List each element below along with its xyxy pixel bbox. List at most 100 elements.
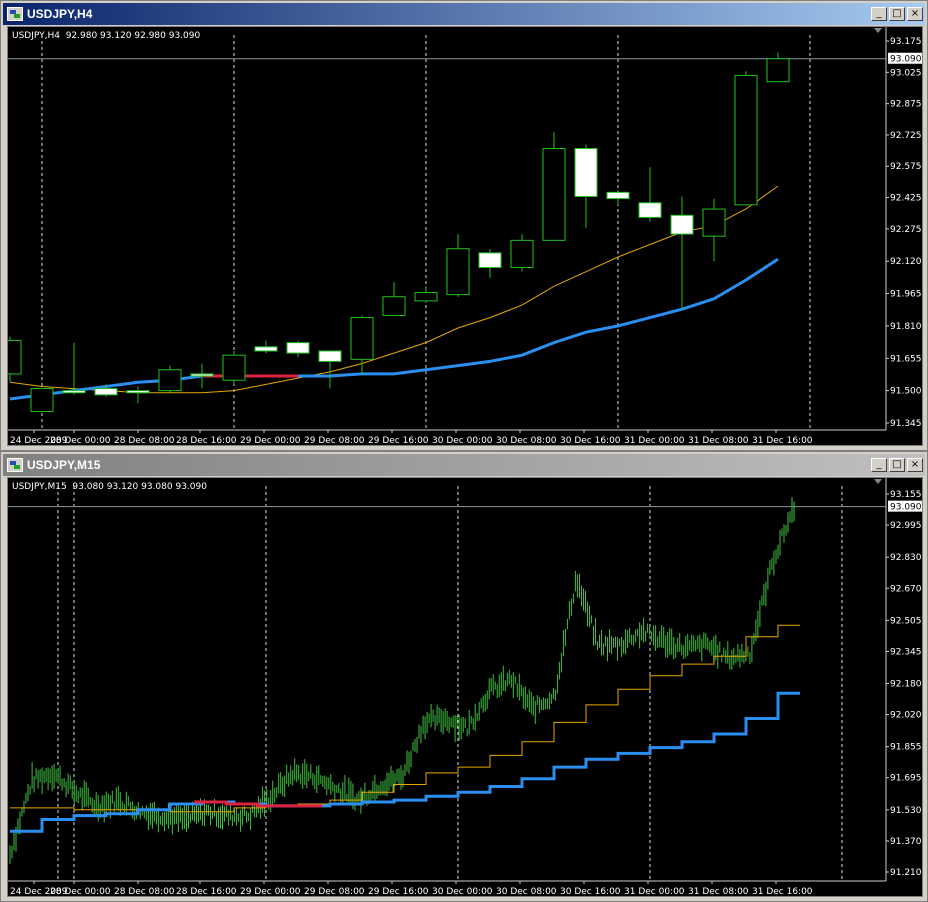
price-chart[interactable]: 93.175 93.025 92.875 92.725 92.575 92.425 92.2… [8, 27, 923, 446]
time-tick-label: 28 Dec 00:00 [50, 887, 111, 897]
close-button[interactable]: × [907, 458, 923, 472]
chart-canvas[interactable]: 93.155 92.995 92.830 92.670 92.505 92.345 92.1… [7, 477, 923, 897]
ohlc-info: USDJPY,M15 93.080 93.120 93.080 93.090 [12, 482, 207, 492]
candle-body [702, 208, 726, 237]
candle-body [414, 292, 438, 302]
window-title: USDJPY,H4 [27, 7, 93, 21]
time-tick-label: 30 Dec 00:00 [432, 436, 493, 446]
restore-button[interactable]: □ [889, 458, 905, 472]
candle-body [286, 342, 310, 354]
price-tick-label: 92.725 [890, 131, 922, 141]
price-tick-label: 93.175 [890, 37, 922, 47]
candle-body [222, 354, 246, 381]
price-tick-label: 91.965 [890, 290, 922, 300]
price-chart[interactable]: 93.155 92.995 92.830 92.670 92.505 92.345 92.1… [8, 478, 923, 897]
time-tick-label: 29 Dec 08:00 [304, 887, 365, 897]
time-tick-label: 30 Dec 08:00 [496, 436, 557, 446]
candle-body [542, 148, 566, 241]
price-tick-label: 91.530 [890, 806, 922, 816]
candle-body [734, 74, 758, 206]
price-tick-label: 92.425 [890, 194, 922, 204]
time-tick-label: 29 Dec 16:00 [368, 887, 429, 897]
chart-window-h4[interactable]: USDJPY,H4 _ □ × 93.175 93.025 92.875 92.725… [0, 0, 928, 451]
close-button[interactable]: × [907, 7, 923, 21]
price-tick-label: 92.345 [890, 647, 922, 657]
candle-body [574, 148, 598, 198]
ma-slow-line [9, 257, 779, 401]
ohlc-info: USDJPY,H4 92.980 93.120 92.980 93.090 [12, 31, 201, 41]
price-bars [9, 497, 795, 864]
chart-window-m15[interactable]: USDJPY,M15 _ □ × 93.155 92.995 92.830 92.67… [0, 451, 928, 902]
window-title: USDJPY,M15 [27, 458, 101, 472]
time-tick-label: 30 Dec 00:00 [432, 887, 493, 897]
time-tick-label: 28 Dec 16:00 [176, 887, 237, 897]
time-tick-label: 31 Dec 16:00 [752, 887, 813, 897]
ma-slow-line [10, 691, 800, 833]
price-tick-label: 92.670 [890, 584, 922, 594]
candle-body [94, 388, 118, 396]
restore-button[interactable]: □ [889, 7, 905, 21]
price-tick-label: 91.695 [890, 774, 922, 784]
price-tick-label: 93.155 [890, 490, 922, 500]
chart-window-icon [7, 7, 23, 21]
price-tick-label: 91.500 [890, 387, 922, 397]
candle-body [62, 390, 86, 394]
minimize-button[interactable]: _ [871, 458, 887, 472]
time-tick-label: 30 Dec 08:00 [496, 887, 557, 897]
minimize-button[interactable]: _ [871, 7, 887, 21]
candle-body [158, 369, 182, 392]
price-tick-label: 92.275 [890, 225, 922, 235]
time-tick-label: 31 Dec 08:00 [688, 436, 749, 446]
time-tick-label: 30 Dec 16:00 [560, 436, 621, 446]
price-tick-label: 91.855 [890, 743, 922, 753]
candle-body [606, 191, 630, 200]
price-tick-label: 92.830 [890, 553, 922, 563]
time-tick-label: 28 Dec 16:00 [176, 436, 237, 446]
price-tick-label: 92.505 [890, 616, 922, 626]
time-tick-label: 29 Dec 00:00 [240, 436, 301, 446]
candle-body [190, 373, 214, 377]
price-tick-label: 91.345 [890, 419, 922, 429]
current-price-tag-text: 93.090 [890, 55, 922, 65]
price-tick-label: 93.025 [890, 68, 922, 78]
time-tick-label: 31 Dec 00:00 [624, 887, 685, 897]
candle-body [382, 296, 406, 316]
price-tick-label: 91.370 [890, 837, 922, 847]
price-tick-label: 92.120 [890, 257, 922, 267]
chart-shift-marker [874, 479, 882, 484]
price-tick-label: 91.810 [890, 322, 922, 332]
time-tick-label: 29 Dec 00:00 [240, 887, 301, 897]
time-tick-label: 30 Dec 16:00 [560, 887, 621, 897]
price-tick-label: 92.575 [890, 162, 922, 172]
time-tick-label: 28 Dec 08:00 [114, 436, 175, 446]
candle-body [30, 388, 54, 413]
time-tick-label: 29 Dec 16:00 [368, 436, 429, 446]
time-tick-label: 31 Dec 08:00 [688, 887, 749, 897]
candle-body [350, 317, 374, 360]
price-tick-label: 92.875 [890, 100, 922, 110]
time-tick-label: 31 Dec 00:00 [624, 436, 685, 446]
chart-canvas[interactable]: 93.175 93.025 92.875 92.725 92.575 92.425 92.2… [7, 26, 923, 446]
candle-body [638, 202, 662, 218]
chart-window-icon [7, 458, 23, 472]
candle-body [318, 350, 342, 362]
candle-body [670, 214, 694, 235]
title-bar[interactable]: USDJPY,H4 _ □ × [3, 3, 925, 25]
price-tick-label: 92.995 [890, 521, 922, 531]
candle-body [510, 239, 534, 268]
price-tick-label: 91.210 [890, 868, 922, 878]
price-tick-label: 92.020 [890, 711, 922, 721]
title-bar[interactable]: USDJPY,M15 _ □ × [3, 454, 925, 476]
price-tick-label: 92.180 [890, 679, 922, 689]
time-tick-label: 29 Dec 08:00 [304, 436, 365, 446]
candle-body [8, 340, 22, 375]
current-price-tag-text: 93.090 [890, 503, 922, 513]
time-tick-label: 31 Dec 16:00 [752, 436, 813, 446]
candle-body [126, 390, 150, 394]
candle-body [446, 248, 470, 296]
candle-body [766, 58, 790, 83]
chart-shift-marker [874, 28, 882, 33]
price-tick-label: 91.655 [890, 354, 922, 364]
candle-body [478, 252, 502, 268]
candle-body [254, 346, 278, 352]
